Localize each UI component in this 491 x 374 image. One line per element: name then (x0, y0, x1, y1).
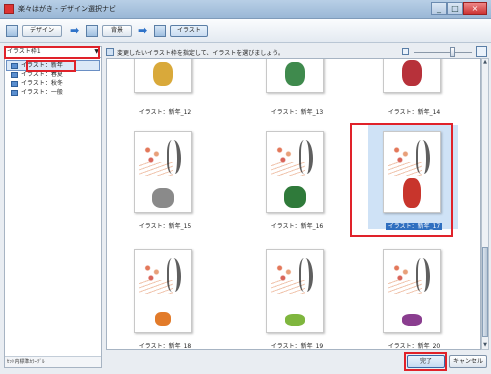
category-panel: イラスト枠1 ▼ イラスト：新年 イラスト：春夏 イラスト：秋冬 イラスト：一般… (4, 46, 102, 368)
illustration-thumbnail (266, 59, 324, 93)
folder-icon (11, 63, 18, 69)
scroll-down-icon[interactable]: ▼ (482, 342, 488, 349)
minimize-icon[interactable]: _ (431, 2, 447, 15)
zoom-out-icon[interactable] (402, 48, 409, 55)
design-step-icon[interactable] (6, 25, 18, 37)
window-title: 楽々はがき - デザイン選択ナビ (18, 5, 116, 13)
zoom-slider-track[interactable] (414, 52, 472, 53)
hint-text: 変更したいイラスト枠を指定して、イラストを選びましょう。 (117, 50, 284, 57)
illustration-thumbnail (266, 131, 324, 213)
step-background-button[interactable]: 背景 (102, 25, 132, 37)
arrow-right-icon: ➡ (70, 24, 80, 37)
arrow-right-icon: ➡ (138, 24, 148, 37)
zoom-slider-thumb[interactable] (450, 47, 455, 57)
illustration-caption: イラスト：新年_20 (387, 343, 441, 350)
hint-bar: 変更したいイラスト枠を指定して、イラストを選びましょう。 (106, 46, 487, 58)
illustration-caption: イラスト：新年_15 (138, 223, 192, 230)
tree-item-general[interactable]: イラスト：一般 (7, 88, 99, 97)
highlight-tree-item (26, 60, 76, 72)
illustration-thumbnail (266, 249, 324, 333)
illustration-item[interactable]: イラスト：新年_14 (364, 59, 464, 123)
tree-item-label: イラスト：春夏 (21, 71, 63, 78)
window-controls: _ □ × (431, 2, 487, 15)
illustration-thumbnail (383, 249, 441, 333)
step-design-button[interactable]: デザイン (22, 25, 62, 37)
illustration-thumbnail (134, 249, 192, 333)
grid-scrollbar[interactable]: ▲ ▼ (481, 58, 489, 350)
step-illustration-button[interactable]: イラスト (170, 25, 208, 37)
illustration-item[interactable]: イラスト：新年_15 (115, 127, 215, 247)
illustration-caption: イラスト：新年_18 (138, 343, 192, 350)
illustration-item[interactable]: イラスト：新年_13 (247, 59, 347, 123)
folder-icon (11, 90, 18, 96)
highlight-ok-button (404, 352, 447, 371)
illustration-caption: イラスト：新年_13 (270, 109, 324, 116)
illustration-item[interactable]: イラスト：新年_20 (364, 245, 464, 350)
illustration-step-icon[interactable] (154, 25, 166, 37)
illustration-caption: イラスト：新年_19 (270, 343, 324, 350)
zoom-in-icon[interactable] (476, 46, 487, 57)
illustration-caption: イラスト：新年_16 (270, 223, 324, 230)
title-bar: 楽々はがき - デザイン選択ナビ _ □ × (0, 0, 491, 19)
cancel-button[interactable]: キャンセル (449, 355, 487, 368)
highlight-frame-select (4, 46, 100, 59)
tree-item-autumn-winter[interactable]: イラスト：秋冬 (7, 79, 99, 88)
app-icon (4, 4, 14, 14)
folder-icon (11, 81, 18, 87)
tree-item-label: イラスト：一般 (21, 89, 63, 96)
illustration-thumbnail (134, 131, 192, 213)
maximize-icon[interactable]: □ (447, 2, 463, 15)
step-toolbar: デザイン ➡ 背景 ➡ イラスト (0, 19, 491, 43)
illustration-item[interactable]: イラスト：新年_19 (247, 245, 347, 350)
color-set-label: ｾｯﾄ内標準ｶﾗｰﾃﾞﾙ (5, 356, 101, 367)
illustration-caption: イラスト：新年_14 (387, 109, 441, 116)
folder-icon (11, 72, 18, 78)
close-icon[interactable]: × (463, 2, 487, 15)
illustration-item[interactable]: イラスト：新年_18 (115, 245, 215, 350)
illustration-thumbnail (383, 59, 441, 93)
scrollbar-thumb[interactable] (482, 247, 488, 337)
highlight-selected-illustration (350, 123, 453, 237)
illustration-item[interactable]: イラスト：新年_12 (115, 59, 215, 123)
illustration-item[interactable]: イラスト：新年_16 (247, 127, 347, 247)
illustration-caption: イラスト：新年_12 (138, 109, 192, 116)
background-step-icon[interactable] (86, 25, 98, 37)
scroll-up-icon[interactable]: ▲ (482, 59, 488, 66)
illustration-thumbnail (134, 59, 192, 93)
info-icon (106, 48, 114, 56)
tree-item-label: イラスト：秋冬 (21, 80, 63, 87)
